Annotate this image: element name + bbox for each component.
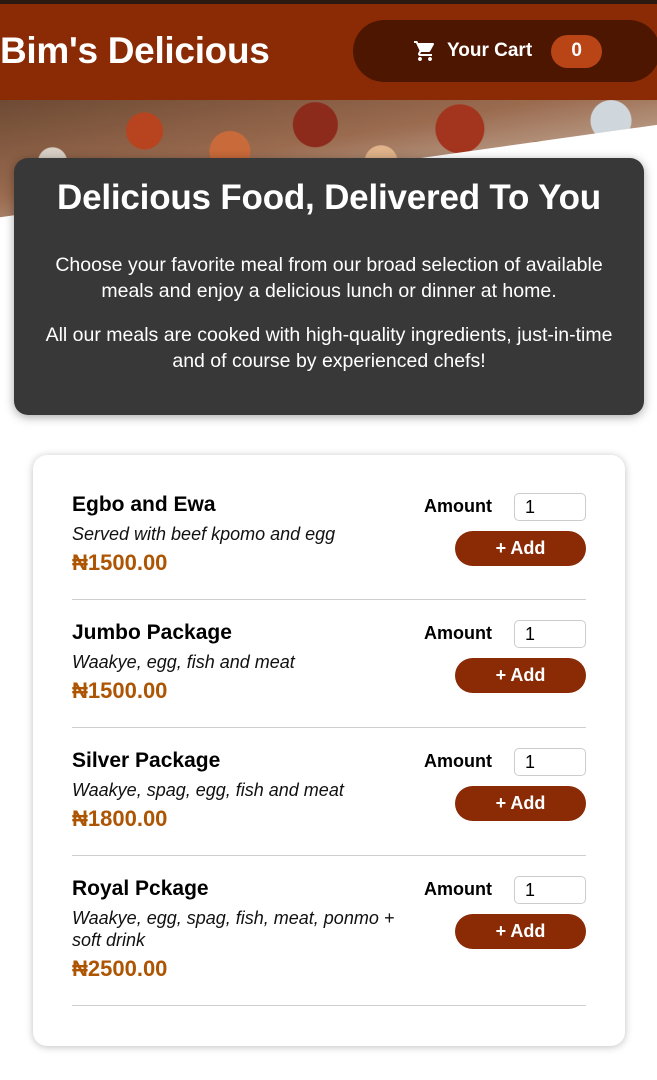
meal-name: Royal Pckage [72,877,209,900]
add-button[interactable]: + Add [455,531,586,566]
summary-title: Delicious Food, Delivered To You [57,178,601,217]
amount-input[interactable] [514,748,586,776]
amount-input[interactable] [514,620,586,648]
add-button[interactable]: + Add [455,786,586,821]
meal-price: ₦2500.00 [72,956,168,981]
meal-price: ₦1800.00 [72,806,168,831]
amount-input[interactable] [514,493,586,521]
meal-description: Waakye, egg, spag, fish, meat, ponmo + s… [72,908,395,950]
add-button[interactable]: + Add [455,658,586,693]
brand-title: Bim's Delicious [0,30,270,71]
meal-description: Waakye, egg, fish and meat [72,652,295,672]
meal-name: Silver Package [72,749,221,772]
meal-item: Royal Pckage Waakye, egg, spag, fish, me… [72,856,586,1006]
summary-paragraph: All our meals are cooked with high-quali… [45,324,613,372]
meal-item: Egbo and Ewa Served with beef kpomo and … [72,455,586,600]
meal-name: Egbo and Ewa [72,493,216,516]
amount-label: Amount [424,879,492,899]
meal-description: Waakye, spag, egg, fish and meat [72,780,344,800]
meals-summary: Delicious Food, Delivered To You Choose … [14,158,644,415]
meal-price: ₦1500.00 [72,678,168,703]
cart-button[interactable]: Your Cart 0 [353,20,657,82]
amount-input[interactable] [514,876,586,904]
header: Bim's Delicious Your Cart 0 [0,4,657,100]
add-button[interactable]: + Add [455,914,586,949]
shopping-cart-icon [413,39,437,63]
cart-count-badge: 0 [551,34,603,68]
cart-label: Your Cart [447,40,533,61]
amount-label: Amount [424,751,492,771]
meal-description: Served with beef kpomo and egg [72,524,336,544]
summary-paragraph: Choose your favorite meal from our broad… [55,254,603,302]
meal-item: Silver Package Waakye, spag, egg, fish a… [72,728,586,856]
meal-name: Jumbo Package [72,621,232,644]
available-meals: Egbo and Ewa Served with beef kpomo and … [33,455,625,1046]
amount-label: Amount [424,623,492,643]
meal-price: ₦1500.00 [72,550,168,575]
meal-item: Jumbo Package Waakye, egg, fish and meat… [72,600,586,728]
amount-label: Amount [424,496,492,516]
